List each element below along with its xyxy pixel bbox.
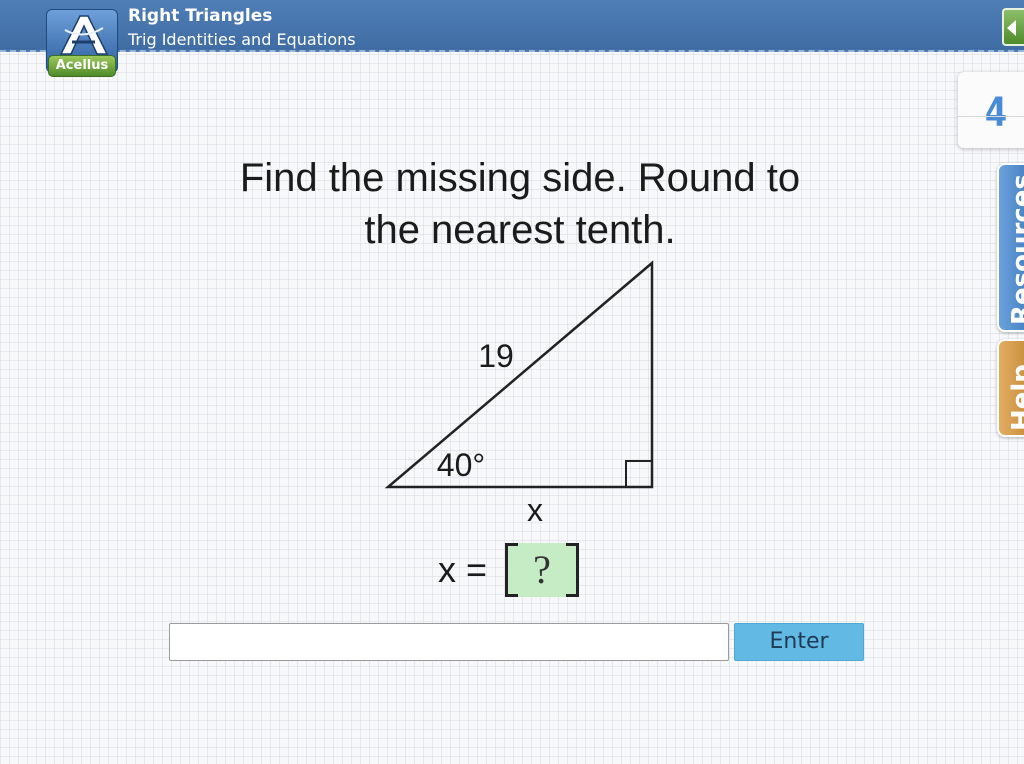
exit-button[interactable] bbox=[1002, 8, 1024, 46]
lesson-title: Right Triangles bbox=[128, 6, 273, 26]
help-tab-label: Help bbox=[1007, 364, 1024, 431]
right-angle-marker bbox=[625, 460, 653, 488]
page-number-panel: 4 bbox=[958, 72, 1024, 148]
resources-tab-label: Resources bbox=[1007, 174, 1024, 325]
acellus-logo[interactable]: Acellus bbox=[46, 9, 118, 81]
page-number-divider bbox=[958, 116, 1024, 117]
question-text: Find the missing side. Round to the near… bbox=[160, 152, 880, 256]
answer-equation: x = ? bbox=[438, 540, 580, 600]
resources-tab[interactable]: Resources bbox=[997, 163, 1024, 332]
base-label: x bbox=[527, 492, 543, 525]
exit-arrow-icon bbox=[1007, 20, 1016, 36]
angle-label: 40° bbox=[437, 447, 485, 483]
triangle-outline bbox=[384, 260, 654, 489]
help-tab[interactable]: Help bbox=[997, 339, 1024, 437]
enter-button[interactable]: Enter bbox=[734, 623, 864, 661]
answer-input[interactable] bbox=[169, 623, 729, 661]
lesson-subtitle: Trig Identities and Equations bbox=[128, 30, 356, 49]
question-line-2: the nearest tenth. bbox=[364, 208, 676, 252]
right-triangle-diagram: 19 40° x bbox=[384, 260, 654, 525]
answer-equals-sign: = bbox=[466, 549, 488, 590]
answer-placeholder-box: ? bbox=[505, 543, 580, 597]
page-number: 4 bbox=[984, 90, 1008, 136]
logo-text: Acellus bbox=[48, 55, 116, 77]
hypotenuse-label: 19 bbox=[478, 338, 514, 374]
question-line-1: Find the missing side. Round to bbox=[239, 156, 801, 200]
answer-variable: x bbox=[438, 549, 456, 590]
